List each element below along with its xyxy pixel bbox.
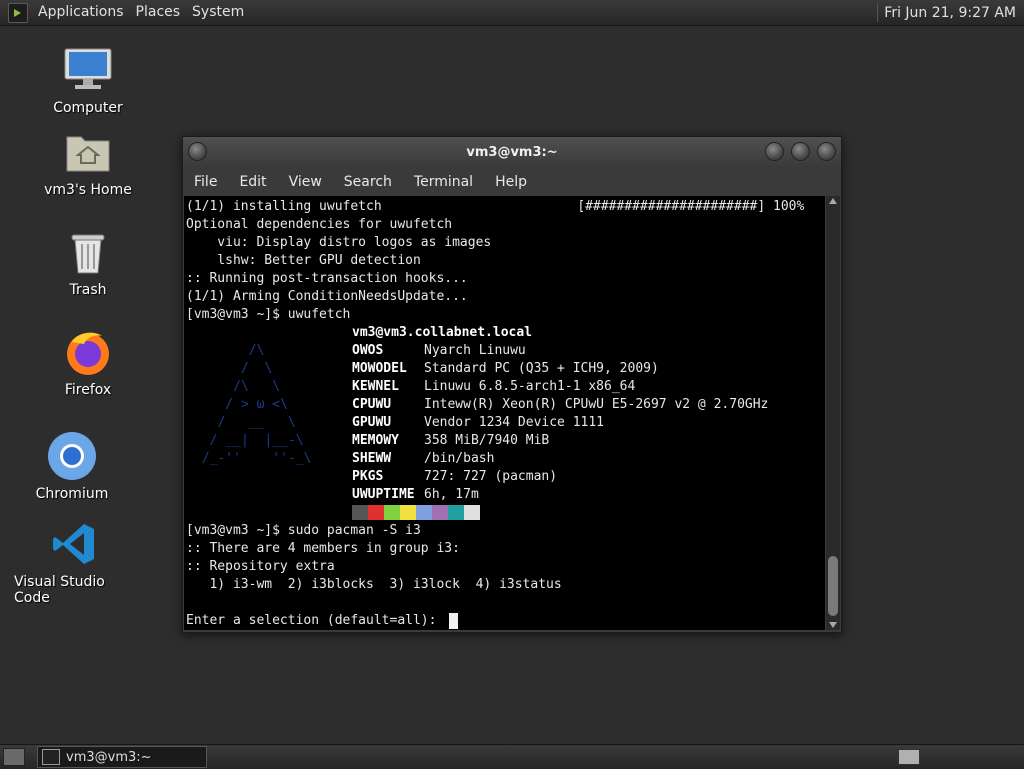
menu-view[interactable]: View <box>278 174 333 190</box>
fetch-key: GPUWU <box>352 415 392 430</box>
desktop-icon-label: Trash <box>69 282 107 298</box>
fetch-key: OWOS <box>352 343 384 358</box>
color-swatch <box>448 505 464 520</box>
color-swatch <box>400 505 416 520</box>
system-menu[interactable]: System <box>186 0 250 25</box>
window-menu-button[interactable] <box>188 142 207 161</box>
fetch-key: SHEWW <box>352 451 392 466</box>
terminal-line: 1) i3-wm 2) i3blocks 3) i3lock 4) i3stat… <box>186 577 562 592</box>
firefox-icon <box>62 326 114 378</box>
fetch-key: MOWODEL <box>352 361 407 376</box>
minimize-button[interactable] <box>765 142 784 161</box>
computer-icon <box>62 44 114 96</box>
taskbar-label: vm3@vm3:~ <box>66 749 152 765</box>
text-cursor <box>449 613 458 629</box>
menu-help[interactable]: Help <box>484 174 538 190</box>
top-panel: Applications Places System Fri Jun 21, 9… <box>0 0 1024 26</box>
scroll-down-arrow-icon[interactable] <box>829 622 837 628</box>
fetch-key: PKGS <box>352 469 384 484</box>
distro-logo-icon[interactable] <box>8 2 28 23</box>
fetch-value: 727: 727 (pacman) <box>424 469 558 484</box>
fetch-value: Linuwu 6.8.5-arch1-1 x86_64 <box>424 379 636 394</box>
desktop-icon-vscode[interactable]: Visual Studio Code <box>14 518 134 606</box>
terminal-line: [vm3@vm3 ~]$ sudo pacman -S i3 <box>186 523 421 538</box>
fetch-key: KEWNEL <box>352 379 399 394</box>
fetch-value: 6h, 17m <box>424 487 479 502</box>
ascii-logo-line: / \ <box>194 361 273 376</box>
terminal-line: lshw: Better GPU detection <box>186 253 421 268</box>
desktop-icon-home[interactable]: vm3's Home <box>28 126 148 198</box>
desktop-icon-label: Chromium <box>35 486 109 502</box>
menu-edit[interactable]: Edit <box>228 174 277 190</box>
fetch-value: 358 MiB/7940 MiB <box>424 433 550 448</box>
fetch-value: Standard PC (Q35 + ICH9, 2009) <box>424 361 659 376</box>
fetch-key: CPUWU <box>352 397 392 412</box>
desktop-icon-trash[interactable]: Trash <box>28 226 148 298</box>
terminal-titlebar[interactable]: vm3@vm3:~ <box>183 137 841 167</box>
chromium-icon <box>46 430 98 482</box>
terminal-line: :: Running post-transaction hooks... <box>186 271 468 286</box>
color-swatch <box>432 505 448 520</box>
home-folder-icon <box>62 126 114 178</box>
terminal-output[interactable]: (1/1) installing uwufetch [#############… <box>184 196 825 630</box>
menu-terminal[interactable]: Terminal <box>403 174 484 190</box>
bottom-panel: vm3@vm3:~ <box>0 744 1024 769</box>
ascii-logo-line: /\ \ <box>194 379 281 394</box>
places-menu[interactable]: Places <box>130 0 187 25</box>
desktop-icon-computer[interactable]: Computer <box>28 44 148 116</box>
fetch-value: Nyarch Linuwu <box>424 343 526 358</box>
fetch-header: vm3@vm3.collabnet.local <box>352 325 533 340</box>
terminal-line: :: There are 4 members in group i3: <box>186 541 460 556</box>
panel-separator <box>877 3 879 22</box>
show-desktop-icon[interactable] <box>3 748 25 766</box>
fetch-value: /bin/bash <box>424 451 495 466</box>
desktop-icon-label: vm3's Home <box>44 182 132 198</box>
maximize-button[interactable] <box>791 142 810 161</box>
terminal-line: :: Repository extra <box>186 559 335 574</box>
desktop-icon-firefox[interactable]: Firefox <box>28 326 148 398</box>
color-swatch <box>464 505 480 520</box>
ascii-logo-line: / __| |__-\ <box>194 433 304 448</box>
color-swatch <box>368 505 384 520</box>
clock[interactable]: Fri Jun 21, 9:27 AM <box>884 5 1024 21</box>
terminal-line: Optional dependencies for uwufetch <box>186 217 453 232</box>
fetch-key: UWUPTIME <box>352 487 415 502</box>
desktop-icon-label: Firefox <box>64 382 112 398</box>
terminal-menubar: File Edit View Search Terminal Help <box>183 167 841 196</box>
terminal-prompt[interactable]: Enter a selection (default=all): <box>186 612 444 630</box>
terminal-line: [vm3@vm3 ~]$ uwufetch <box>186 307 351 322</box>
menu-file[interactable]: File <box>183 174 228 190</box>
desktop-icon-label: Computer <box>53 100 123 116</box>
desktop-icon-chromium[interactable]: Chromium <box>12 430 132 502</box>
terminal-icon <box>42 749 60 765</box>
terminal-line: viu: Display distro logos as images <box>186 235 492 250</box>
fetch-value: Inteww(R) Xeon(R) CPUwU E5-2697 v2 @ 2.7… <box>424 397 769 412</box>
ascii-logo-line: / > ω <\ <box>194 397 288 412</box>
terminal-line: (1/1) Arming ConditionNeedsUpdate... <box>186 289 468 304</box>
ascii-logo-line: /_-'' ''-_\ <box>194 451 312 466</box>
ascii-logo-line: / __ \ <box>194 415 296 430</box>
terminal-window[interactable]: vm3@vm3:~ File Edit View Search Terminal… <box>182 136 842 633</box>
color-swatch <box>384 505 400 520</box>
taskbar-terminal-button[interactable]: vm3@vm3:~ <box>37 746 207 768</box>
window-title: vm3@vm3:~ <box>466 144 558 160</box>
scroll-up-arrow-icon[interactable] <box>829 198 837 204</box>
vscode-icon <box>48 518 100 570</box>
close-button[interactable] <box>817 142 836 161</box>
terminal-line: (1/1) installing uwufetch [#############… <box>186 199 805 214</box>
ascii-logo-line: /\ <box>194 343 265 358</box>
scrollbar-thumb[interactable] <box>828 556 838 616</box>
color-swatch <box>416 505 432 520</box>
applications-menu[interactable]: Applications <box>32 0 130 25</box>
terminal-scrollbar[interactable] <box>826 196 840 630</box>
trash-icon <box>62 226 114 278</box>
workspace-switcher[interactable] <box>898 749 920 765</box>
menu-search[interactable]: Search <box>333 174 403 190</box>
color-swatch <box>352 505 368 520</box>
desktop-icon-label: Visual Studio Code <box>14 574 105 606</box>
fetch-key: MEMOWY <box>352 433 399 448</box>
fetch-value: Vendor 1234 Device 1111 <box>424 415 605 430</box>
